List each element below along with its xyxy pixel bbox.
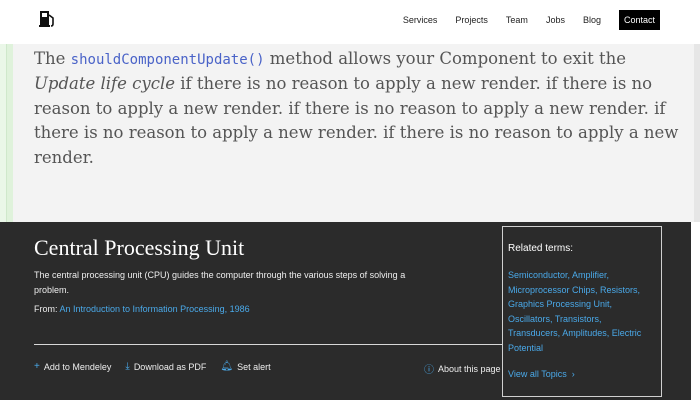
quote-text: The shouldComponentUpdate() method allow… [34, 47, 679, 170]
related-terms-heading: Related terms: [508, 243, 574, 254]
related-terms-list: Semiconductor, Amplifier, Microprocessor… [508, 268, 656, 356]
download-pdf-button[interactable]: ⤓ Download as PDF [125, 361, 206, 372]
top-nav: Services Projects Team Jobs Blog Contact [403, 10, 660, 30]
about-page-label: About this page [438, 363, 501, 374]
download-icon: ⤓ [125, 361, 130, 372]
quote-middle: method allows your Component to exit the [269, 49, 627, 68]
view-all-topics-link[interactable]: View all Topics › [508, 369, 575, 379]
nav-team[interactable]: Team [506, 15, 528, 25]
add-to-mendeley-label: Add to Mendeley [43, 361, 112, 372]
nav-projects[interactable]: Projects [455, 15, 488, 25]
bell-icon: 🔔︎ [220, 361, 234, 372]
source-label: From: [34, 304, 58, 314]
chevron-right-icon: › [569, 369, 575, 379]
nav-services[interactable]: Services [403, 15, 438, 25]
fuel-pump-logo-icon[interactable] [38, 9, 56, 29]
nav-blog[interactable]: Blog [583, 15, 601, 25]
panel-actions: + Add to Mendeley ⤓ Download as PDF 🔔︎ S… [34, 361, 271, 372]
contact-button[interactable]: Contact [618, 10, 660, 30]
panel-source: From: An Introduction to Information Pro… [34, 304, 250, 314]
site-header: Services Projects Team Jobs Blog Contact [0, 0, 700, 44]
related-term-links[interactable]: Semiconductor, Amplifier, Microprocessor… [508, 270, 641, 353]
panel-description: The central processing unit (CPU) guides… [34, 270, 406, 295]
quote-accent-bar [6, 44, 13, 222]
source-link[interactable]: An Introduction to Information Processin… [60, 304, 250, 314]
quote-right-edge [694, 44, 700, 222]
set-alert-button[interactable]: 🔔︎ Set alert [220, 361, 270, 372]
about-page-button[interactable]: ⓘ About this page [424, 361, 501, 377]
info-icon: ⓘ [424, 365, 434, 376]
quote-code: shouldComponentUpdate() [70, 52, 265, 68]
download-pdf-label: Download as PDF [133, 361, 207, 372]
panel-title: Central Processing Unit [34, 235, 245, 260]
plus-icon: + [34, 361, 40, 372]
quote-the: The [34, 49, 66, 68]
add-to-mendeley-button[interactable]: + Add to Mendeley [34, 361, 111, 372]
quote-emphasis: Update life cycle [34, 74, 176, 94]
set-alert-label: Set alert [237, 361, 271, 372]
nav-jobs[interactable]: Jobs [546, 15, 565, 25]
view-all-label: View all Topics [508, 369, 567, 379]
